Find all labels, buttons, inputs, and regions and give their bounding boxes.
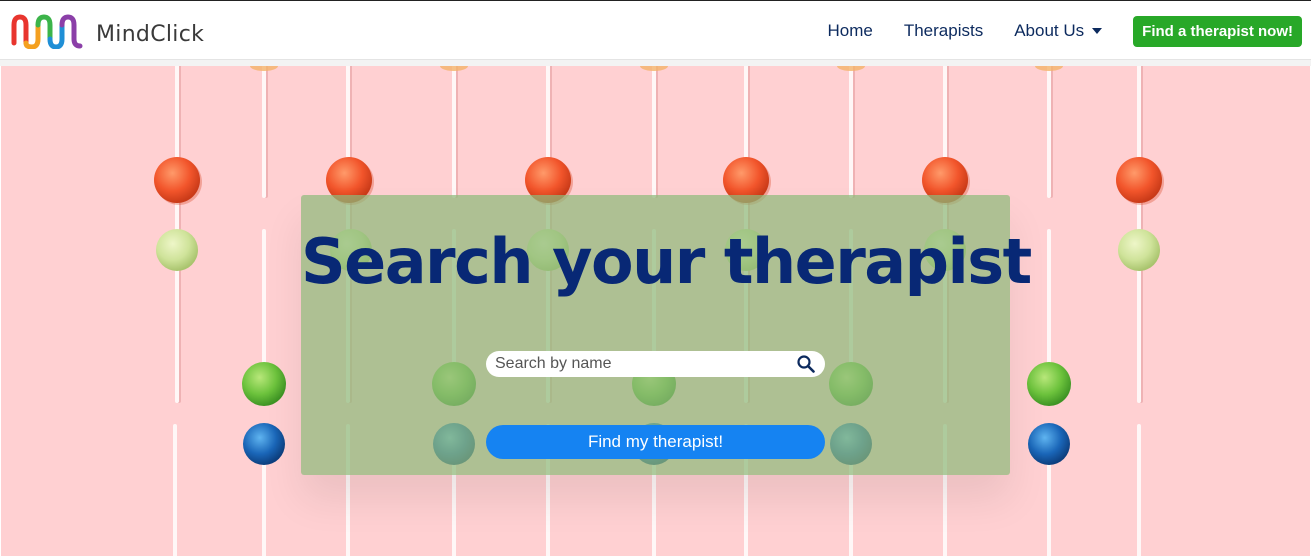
brand[interactable]: MindClick — [10, 11, 204, 51]
find-my-therapist-button[interactable]: Find my therapist! — [486, 425, 825, 459]
nav-therapists[interactable]: Therapists — [904, 21, 983, 41]
page-title: Search your therapist — [301, 225, 1032, 298]
nav-about-us-label: About Us — [1014, 21, 1085, 40]
nav-links: Home Therapists About Us Find a therapis… — [827, 1, 1311, 61]
search-icon[interactable] — [797, 355, 815, 378]
search-card: Search your therapist Find my therapist! — [301, 195, 1032, 475]
rainbow-wave-logo-icon — [10, 13, 86, 49]
search-input[interactable] — [486, 351, 776, 377]
find-therapist-now-button[interactable]: Find a therapist now! — [1133, 15, 1302, 47]
search-box — [486, 351, 825, 377]
chevron-down-icon — [1092, 28, 1103, 34]
nav-home[interactable]: Home — [827, 21, 872, 41]
nav-about-us[interactable]: About Us — [1014, 21, 1103, 41]
hero-section: Search your therapist Find my therapist! — [1, 66, 1310, 556]
navbar: MindClick Home Therapists About Us Find … — [0, 0, 1311, 60]
brand-name: MindClick — [96, 21, 205, 47]
